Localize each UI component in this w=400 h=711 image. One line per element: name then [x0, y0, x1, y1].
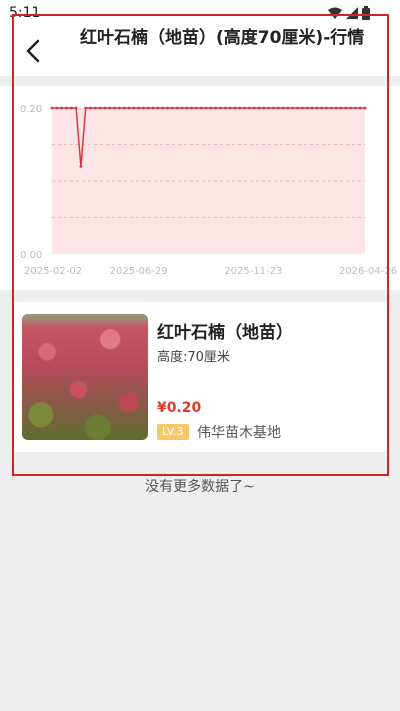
- data-point: [363, 106, 367, 110]
- product-name: 红叶石楠（地苗）: [157, 323, 293, 343]
- battery-icon: [362, 6, 370, 20]
- product-spec: 高度:70厘米: [157, 350, 230, 365]
- chevron-left-icon: [26, 39, 40, 63]
- product-price: ¥0.20: [157, 400, 202, 416]
- data-point: [272, 106, 275, 110]
- data-point: [281, 106, 285, 110]
- data-point: [320, 106, 324, 110]
- x-tick-label: 2025-11-23: [224, 266, 282, 277]
- chart-svg: 0.20 0.00 2025-02-02 2025-06-29 2025-11-23 20…: [20, 104, 397, 277]
- data-point: [127, 106, 131, 110]
- supplier-name[interactable]: 伟华苗木基地: [197, 422, 281, 442]
- header: 红叶石楠（地苗）(高度70厘米)-行情: [0, 26, 400, 76]
- data-point: [228, 106, 232, 110]
- x-tick-label: 2025-06-29: [110, 266, 168, 277]
- data-point: [329, 106, 333, 110]
- data-point: [170, 106, 174, 110]
- data-point: [185, 106, 189, 110]
- data-point: [267, 106, 271, 110]
- data-point: [223, 106, 227, 110]
- data-point: [243, 106, 247, 110]
- page-title: 红叶石楠（地苗）(高度70厘米)-行情: [80, 28, 365, 48]
- x-tick-label: 2026-04-26: [339, 266, 397, 277]
- price-chart: 0.20 0.00 2025-02-02 2025-06-29 2025-11-23 20…: [0, 86, 400, 290]
- level-badge: LV.3: [157, 424, 189, 440]
- data-point: [301, 106, 304, 110]
- data-point: [79, 165, 83, 168]
- data-point: [325, 106, 328, 110]
- status-icons: [328, 6, 370, 20]
- status-bar: 5:11: [0, 0, 400, 26]
- product-image[interactable]: [22, 314, 148, 440]
- data-point: [50, 106, 54, 110]
- data-point: [84, 106, 88, 110]
- data-point: [122, 106, 126, 110]
- data-point: [55, 106, 59, 110]
- data-point: [233, 106, 237, 110]
- data-point: [296, 106, 299, 110]
- data-point: [60, 106, 64, 110]
- data-point: [156, 106, 160, 110]
- data-point: [65, 106, 68, 110]
- data-point: [132, 106, 136, 110]
- data-point: [180, 106, 184, 110]
- data-point: [142, 106, 145, 110]
- data-point: [262, 106, 266, 110]
- data-point: [199, 106, 203, 110]
- data-point: [93, 106, 97, 110]
- data-point: [137, 106, 141, 110]
- data-point: [89, 106, 92, 110]
- data-point: [214, 106, 218, 110]
- data-point: [349, 106, 352, 110]
- data-point: [353, 106, 357, 110]
- data-point: [146, 106, 150, 110]
- data-point: [98, 106, 102, 110]
- data-point: [219, 106, 222, 110]
- data-point: [113, 106, 116, 110]
- data-point: [195, 106, 198, 110]
- data-point: [103, 106, 107, 110]
- data-point: [315, 106, 319, 110]
- data-point: [190, 106, 194, 110]
- data-point: [161, 106, 165, 110]
- back-button[interactable]: [20, 38, 46, 64]
- data-point: [257, 106, 261, 110]
- x-tick-label: 2025-02-02: [24, 266, 82, 277]
- data-point: [204, 106, 208, 110]
- data-point: [276, 106, 280, 110]
- signal-icon: [346, 7, 358, 19]
- data-point: [252, 106, 256, 110]
- no-more-data-text: 没有更多数据了~: [145, 479, 255, 495]
- data-point: [286, 106, 290, 110]
- data-point: [358, 106, 362, 110]
- y-tick-label: 0.00: [20, 250, 42, 261]
- data-point: [291, 106, 295, 110]
- product-image-sky: [22, 314, 148, 328]
- spacer: [0, 76, 400, 86]
- data-point: [151, 106, 155, 110]
- data-point: [248, 106, 251, 110]
- data-point: [175, 106, 179, 110]
- product-card[interactable]: 红叶石楠（地苗） 高度:70厘米 ¥0.20 LV.3 伟华苗木基地: [12, 302, 388, 452]
- data-point: [74, 106, 78, 110]
- data-point: [344, 106, 348, 110]
- y-tick-label: 0.20: [20, 104, 42, 115]
- data-point: [209, 106, 213, 110]
- data-point: [69, 106, 73, 110]
- data-point: [118, 106, 121, 110]
- data-point: [339, 106, 343, 110]
- data-point: [310, 106, 314, 110]
- data-point: [166, 106, 169, 110]
- status-time: 5:11: [9, 5, 41, 21]
- data-point: [238, 106, 242, 110]
- data-point: [334, 106, 338, 110]
- data-point: [108, 106, 112, 110]
- wifi-icon: [328, 7, 342, 19]
- data-point: [305, 106, 309, 110]
